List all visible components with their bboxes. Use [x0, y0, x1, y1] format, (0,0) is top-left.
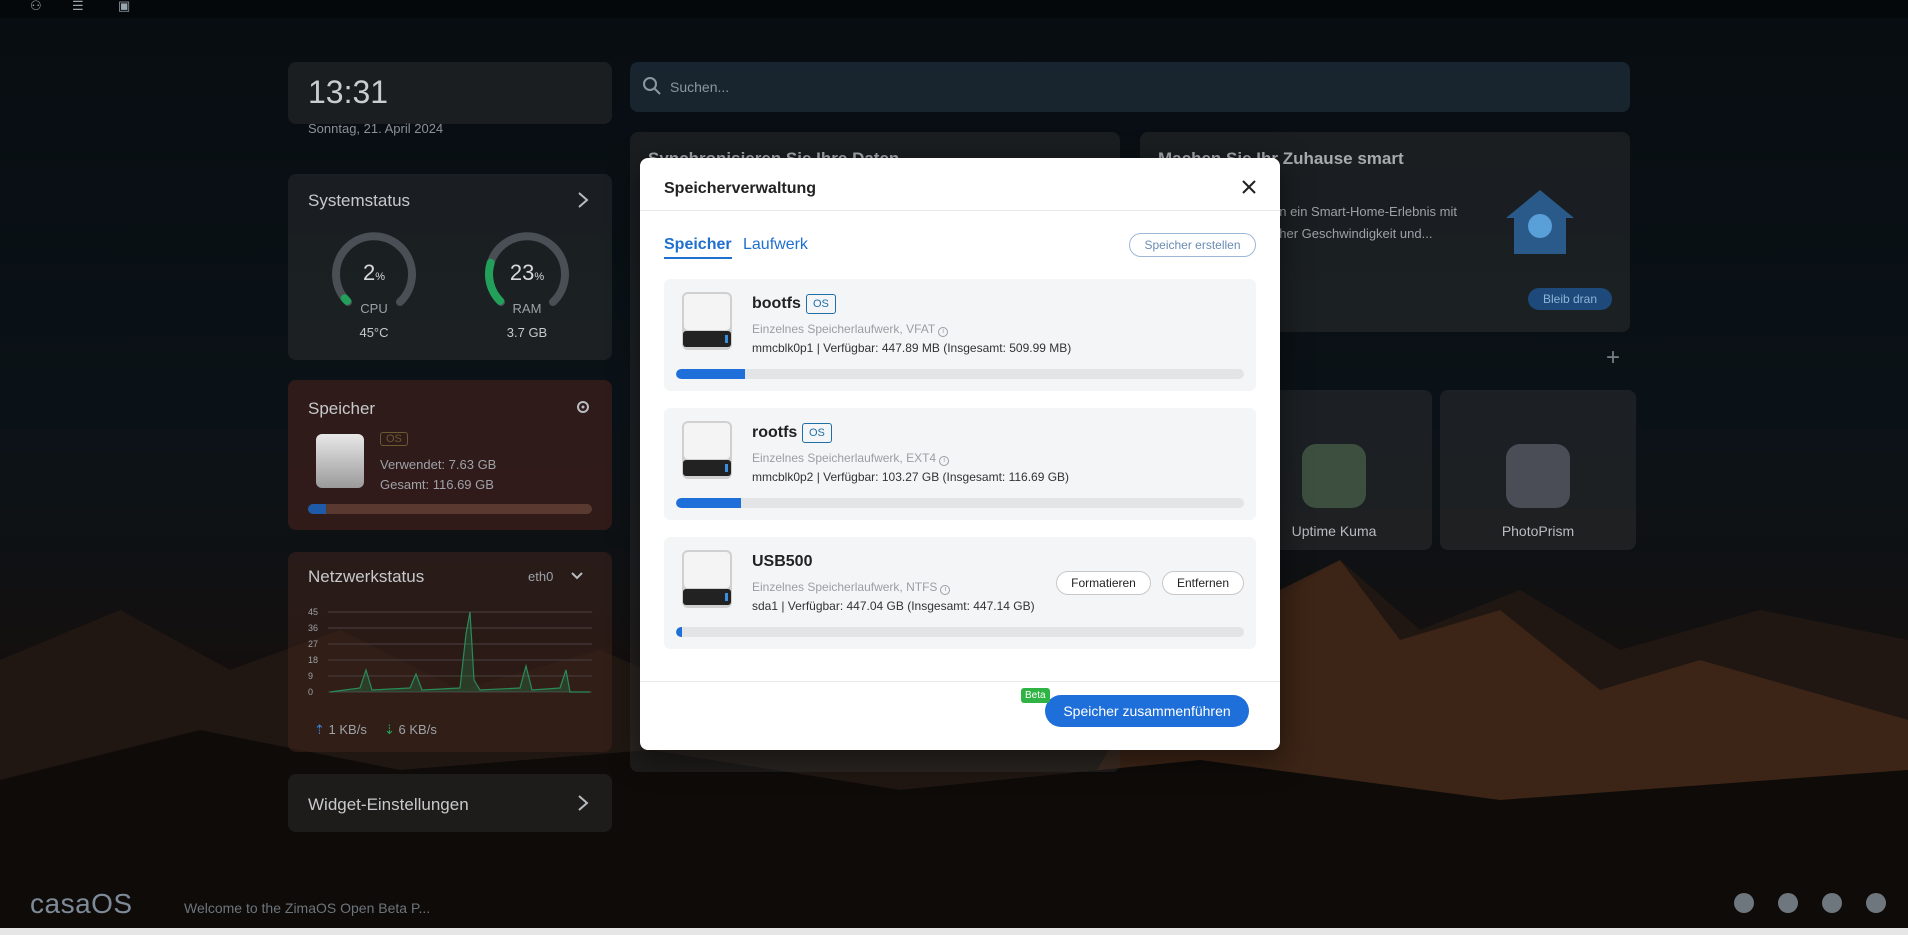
storage-detail: mmcblk0p1 | Verfügbar: 447.89 MB (Insges…: [752, 341, 1072, 355]
y-tick-label: 18: [308, 655, 318, 665]
y-tick-label: 36: [308, 623, 318, 633]
welcome-message[interactable]: Welcome to the ZimaOS Open Beta P...: [184, 900, 430, 916]
storage-management-modal: Speicherverwaltung Speicher Laufwerk Spe…: [640, 158, 1280, 750]
chevron-down-icon[interactable]: [570, 570, 584, 582]
network-chart: 45 36 27 18 9 0: [308, 607, 592, 697]
uptime-kuma-icon: [1302, 444, 1366, 508]
ram-amount: 3.7 GB: [506, 325, 548, 340]
stay-tuned-button[interactable]: Bleib dran: [1528, 288, 1612, 310]
create-storage-button[interactable]: Speicher erstellen: [1129, 233, 1256, 257]
chat-icon[interactable]: [1734, 893, 1754, 913]
storage-card-rootfs: rootfs OS Einzelnes Speicherlaufwerk, EX…: [664, 408, 1256, 520]
storage-widget-title: Speicher: [308, 399, 376, 418]
cpu-value: 2%: [362, 260, 386, 285]
remove-button[interactable]: Entfernen: [1162, 571, 1244, 595]
storage-card-bootfs: bootfs OS Einzelnes Speicherlaufwerk, VF…: [664, 279, 1256, 391]
gear-icon[interactable]: [574, 398, 592, 416]
y-tick-label: 0: [308, 687, 313, 697]
app-label: PhotoPrism: [1501, 523, 1575, 539]
smart-home-text-1: en ein Smart-Home-Erlebnis mit: [1272, 204, 1457, 219]
close-icon[interactable]: [1238, 176, 1260, 198]
cpu-temperature: 45°C: [359, 325, 389, 340]
download-rate: ⇣ 6 KB/s: [384, 722, 437, 737]
os-badge: OS: [380, 432, 408, 446]
footer-strip: [0, 928, 1908, 935]
drive-icon: [682, 550, 732, 608]
clock-date: Sonntag, 21. April 2024: [308, 121, 444, 136]
storage-usage-bar: [676, 369, 1244, 379]
add-app-icon[interactable]: +: [1606, 344, 1620, 372]
interface-select[interactable]: eth0: [528, 569, 553, 584]
chevron-right-icon[interactable]: [576, 191, 590, 209]
top-bar: ⚇ ☰ ▣: [0, 0, 1908, 18]
beta-badge: Beta: [1021, 688, 1050, 703]
widget-settings-title: Widget-Einstellungen: [308, 795, 469, 814]
search-bar[interactable]: [630, 62, 1630, 112]
storage-name: bootfs: [752, 295, 801, 312]
search-input[interactable]: Suchen...: [670, 79, 729, 95]
storage-type: Einzelnes Speicherlaufwerk, EXT4 i: [752, 451, 950, 466]
y-tick-label: 27: [308, 639, 318, 649]
smart-home-icon: [1506, 190, 1574, 254]
cpu-label: CPU: [360, 301, 388, 316]
format-button[interactable]: Formatieren: [1056, 571, 1151, 595]
drive-icon: [682, 292, 732, 350]
modal-footer-divider: [640, 681, 1280, 682]
search-icon: [643, 77, 661, 95]
clock-time: 13:31: [308, 74, 389, 110]
discord-icon[interactable]: [1778, 893, 1798, 913]
github-icon[interactable]: [1822, 893, 1842, 913]
storage-detail: sda1 | Verfügbar: 447.04 GB (Insgesamt: …: [752, 599, 1035, 613]
storage-widget-bar: [308, 504, 592, 514]
info-icon[interactable]: i: [938, 327, 949, 337]
network-title: Netzwerkstatus: [308, 567, 425, 586]
tab-drive[interactable]: Laufwerk: [743, 236, 808, 254]
smart-home-text-2: oher Geschwindigkeit und...: [1272, 226, 1433, 241]
drive-icon: [682, 421, 732, 479]
storage-card-usb500: USB500 Einzelnes Speicherlaufwerk, NTFS i…: [664, 537, 1256, 649]
upload-rate: ⇡ 1 KB/s: [314, 722, 367, 737]
drive-icon: [316, 434, 364, 488]
chevron-right-icon[interactable]: [576, 794, 590, 812]
info-icon[interactable]: i: [940, 585, 951, 595]
storage-detail: mmcblk0p2 | Verfügbar: 103.27 GB (Insges…: [752, 470, 1070, 484]
y-tick-label: 45: [308, 607, 318, 617]
storage-usage-bar: [676, 627, 1244, 637]
feedback-icon[interactable]: [1866, 893, 1886, 913]
os-badge: OS: [806, 294, 836, 314]
y-tick-label: 9: [308, 671, 313, 681]
sliders-icon[interactable]: ☰: [72, 0, 90, 13]
os-badge: OS: [802, 423, 832, 443]
user-icon[interactable]: ⚇: [30, 0, 48, 13]
storage-type: Einzelnes Speicherlaufwerk, NTFS i: [752, 580, 951, 595]
info-icon[interactable]: i: [939, 456, 950, 466]
modal-title: Speicherverwaltung: [664, 180, 817, 197]
storage-type: Einzelnes Speicherlaufwerk, VFAT i: [752, 322, 949, 337]
storage-used: Verwendet: 7.63 GB: [380, 457, 497, 472]
tab-storage[interactable]: Speicher: [664, 236, 732, 259]
casaos-logo: casaOS: [30, 888, 133, 919]
ram-label: RAM: [512, 301, 542, 316]
storage-name: USB500: [752, 553, 813, 570]
storage-name: rootfs: [752, 424, 798, 441]
ram-value: 23%: [509, 260, 545, 285]
merge-storage-button[interactable]: Speicher zusammenführen: [1045, 695, 1249, 727]
window-icon[interactable]: ▣: [118, 0, 136, 13]
modal-header: Speicherverwaltung: [640, 158, 1280, 211]
storage-usage-bar: [676, 498, 1244, 508]
photoprism-icon: [1506, 444, 1570, 508]
system-status-title: Systemstatus: [308, 191, 411, 210]
storage-total: Gesamt: 116.69 GB: [380, 477, 494, 492]
